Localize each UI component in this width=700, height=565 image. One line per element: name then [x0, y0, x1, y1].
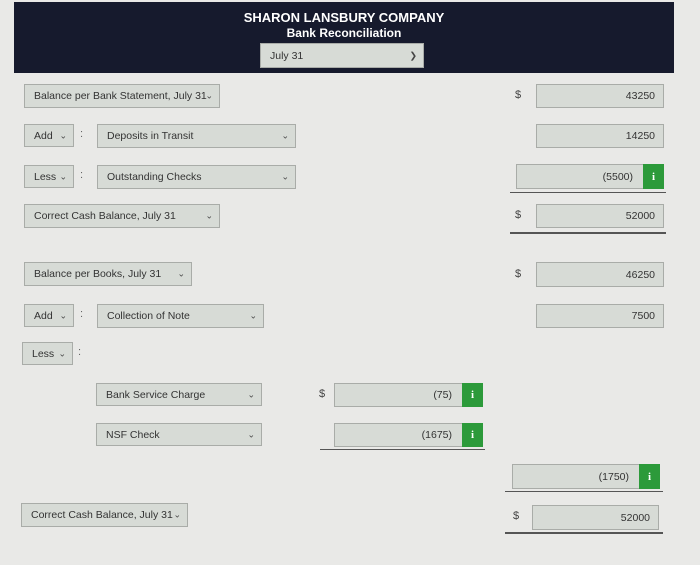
book-balance-input[interactable]: 46250 [536, 262, 664, 287]
select-value: Add [34, 309, 53, 322]
colon: : [78, 346, 82, 358]
double-underline [510, 232, 666, 234]
select-value: Correct Cash Balance, July 31 [31, 509, 173, 521]
bank-add-input[interactable]: 14250 [536, 124, 664, 148]
chevron-down-icon: ⌄ [59, 310, 67, 320]
less-total-input[interactable]: (1750) i [512, 464, 660, 489]
book-balance-select[interactable]: Balance per Books, July 31 ⌄ [24, 262, 192, 286]
colon: : [80, 308, 84, 320]
underline [505, 491, 663, 492]
currency-symbol: $ [319, 388, 326, 400]
book-add-item-select[interactable]: Collection of Note ⌄ [97, 304, 264, 328]
chevron-down-icon: ⌄ [59, 130, 67, 140]
bank-add-op-select[interactable]: Add ⌄ [24, 124, 74, 147]
chevron-down-icon: ⌄ [173, 509, 181, 520]
book-correct-select[interactable]: Correct Cash Balance, July 31 ⌄ [21, 503, 188, 527]
chevron-down-icon: ⌄ [249, 310, 257, 321]
select-value: Outstanding Checks [107, 171, 202, 183]
book-add-op-select[interactable]: Add ⌄ [24, 304, 74, 327]
currency-symbol: $ [515, 209, 522, 221]
chevron-down-icon: ⌄ [59, 171, 67, 181]
select-value: Less [32, 347, 55, 360]
select-value: Correct Cash Balance, July 31 [34, 210, 176, 222]
input-value: 43250 [625, 90, 655, 102]
info-icon[interactable]: i [462, 383, 483, 407]
company-name: SHARON LANSBURY COMPANY [243, 10, 445, 25]
bank-balance-select[interactable]: Balance per Bank Statement, July 31 ⌄ [24, 84, 220, 108]
select-value: Bank Service Charge [106, 388, 206, 401]
bank-correct-select[interactable]: Correct Cash Balance, July 31 ⌄ [24, 204, 220, 228]
book-less-op-select[interactable]: Less ⌄ [22, 342, 73, 365]
input-value: 46250 [625, 268, 655, 281]
bank-correct-input[interactable]: 52000 [536, 204, 664, 228]
chevron-down-icon: ⌄ [281, 130, 289, 141]
select-value: NSF Check [106, 428, 160, 441]
bank-balance-input[interactable]: 43250 [536, 84, 664, 108]
input-value: (1675) [421, 429, 452, 441]
input-value: (1750) [598, 470, 629, 483]
chevron-down-icon: ❯ [409, 50, 417, 60]
book-add-input[interactable]: 7500 [536, 304, 664, 328]
select-value: Less [34, 170, 57, 183]
select-value: Add [34, 129, 53, 142]
service-charge-input[interactable]: (75) i [334, 383, 483, 407]
bank-less-input[interactable]: (5500) i [516, 164, 664, 189]
input-value: 7500 [631, 310, 655, 322]
input-value: 52000 [625, 210, 655, 222]
chevron-down-icon: ⌄ [177, 268, 185, 279]
bank-add-item-select[interactable]: Deposits in Transit ⌄ [97, 124, 296, 148]
report-title: Bank Reconciliation [286, 26, 402, 40]
chevron-down-icon: ⌄ [58, 348, 66, 358]
colon: : [80, 169, 84, 181]
currency-symbol: $ [513, 510, 520, 522]
select-value: Balance per Bank Statement, July 31 [34, 90, 207, 102]
nsf-select[interactable]: NSF Check ⌄ [96, 423, 262, 446]
underline [320, 449, 485, 450]
date-select-value: July 31 [270, 49, 304, 62]
nsf-input[interactable]: (1675) i [334, 423, 483, 447]
bank-less-item-select[interactable]: Outstanding Checks ⌄ [97, 165, 296, 189]
underline [510, 192, 666, 193]
header: SHARON LANSBURY COMPANY Bank Reconciliat… [14, 2, 674, 73]
currency-symbol: $ [515, 268, 522, 280]
select-value: Collection of Note [107, 310, 190, 322]
double-underline [505, 532, 663, 534]
bank-less-op-select[interactable]: Less ⌄ [24, 165, 74, 188]
info-icon[interactable]: i [462, 423, 483, 447]
info-icon[interactable]: i [639, 464, 660, 489]
info-icon[interactable]: i [643, 164, 664, 189]
colon: : [80, 128, 84, 140]
chevron-down-icon: ⌄ [205, 90, 213, 101]
input-value: (75) [433, 389, 452, 401]
chevron-down-icon: ⌄ [247, 429, 255, 439]
currency-symbol: $ [515, 89, 522, 101]
chevron-down-icon: ⌄ [281, 171, 289, 182]
chevron-down-icon: ⌄ [205, 210, 213, 221]
input-value: (5500) [602, 170, 633, 183]
input-value: 52000 [620, 511, 650, 524]
input-value: 14250 [625, 130, 655, 142]
select-value: Balance per Books, July 31 [34, 268, 162, 280]
book-correct-input[interactable]: 52000 [532, 505, 659, 530]
date-select[interactable]: July 31 ❯ [260, 43, 424, 68]
service-charge-select[interactable]: Bank Service Charge ⌄ [96, 383, 262, 406]
chevron-down-icon: ⌄ [247, 389, 255, 399]
select-value: Deposits in Transit [107, 130, 194, 142]
